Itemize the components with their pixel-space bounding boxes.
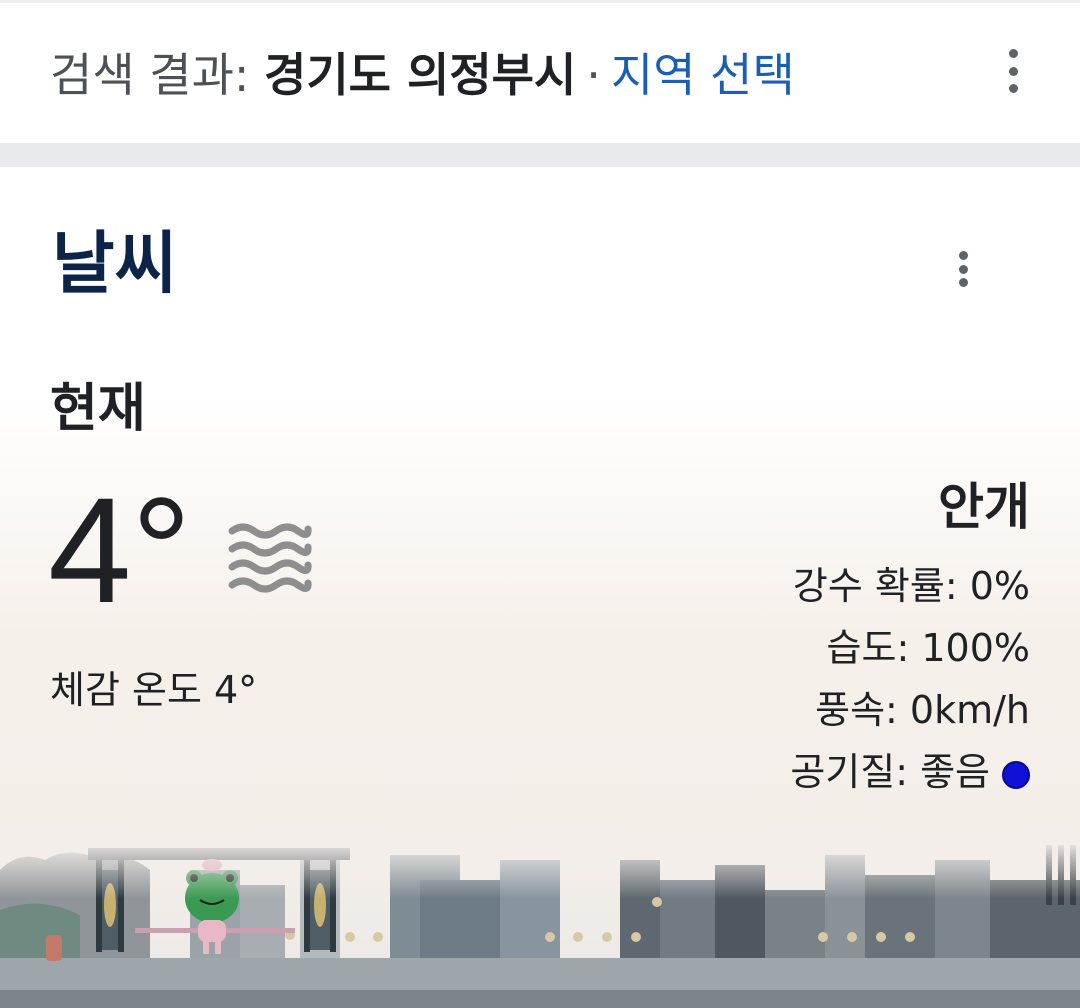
search-header: 검색 결과: 경기도 의정부시 · 지역 선택 bbox=[0, 0, 1080, 143]
air-quality-indicator bbox=[1002, 760, 1030, 789]
search-prefix: 검색 결과: bbox=[50, 48, 250, 102]
humidity: 습도: 100% bbox=[826, 626, 1030, 670]
fog-icon bbox=[228, 523, 312, 593]
region-select-link[interactable]: 지역 선택 bbox=[611, 48, 795, 102]
feels-like: 체감 온도 4° bbox=[50, 668, 258, 712]
card-more-options-icon[interactable] bbox=[956, 251, 970, 287]
current-temperature: 4° bbox=[48, 466, 192, 634]
weather-title: 날씨 bbox=[52, 225, 178, 304]
wind-speed: 풍속: 0km/h bbox=[815, 688, 1030, 732]
condition-text: 안개 bbox=[938, 478, 1030, 536]
foggy-city-illustration bbox=[0, 840, 1080, 1008]
current-label: 현재 bbox=[50, 379, 146, 439]
section-divider bbox=[0, 143, 1080, 167]
separator-dot: · bbox=[586, 48, 601, 102]
air-quality: 공기질: 좋음 bbox=[790, 741, 1030, 803]
search-query: 검색 결과: 경기도 의정부시 · 지역 선택 bbox=[50, 47, 795, 103]
more-options-icon[interactable] bbox=[1006, 49, 1020, 93]
air-quality-text: 공기질: 좋음 bbox=[790, 750, 990, 794]
precipitation-probability: 강수 확률: 0% bbox=[792, 564, 1030, 608]
weather-details: 안개 강수 확률: 0% 습도: 100% 풍속: 0km/h 공기질: 좋음 bbox=[790, 475, 1030, 803]
search-place: 경기도 의정부시 bbox=[264, 48, 577, 102]
weather-card: 날씨 현재 4° 체감 온도 4° 안개 강수 확률: 0% 습도: 100% … bbox=[0, 167, 1080, 1008]
